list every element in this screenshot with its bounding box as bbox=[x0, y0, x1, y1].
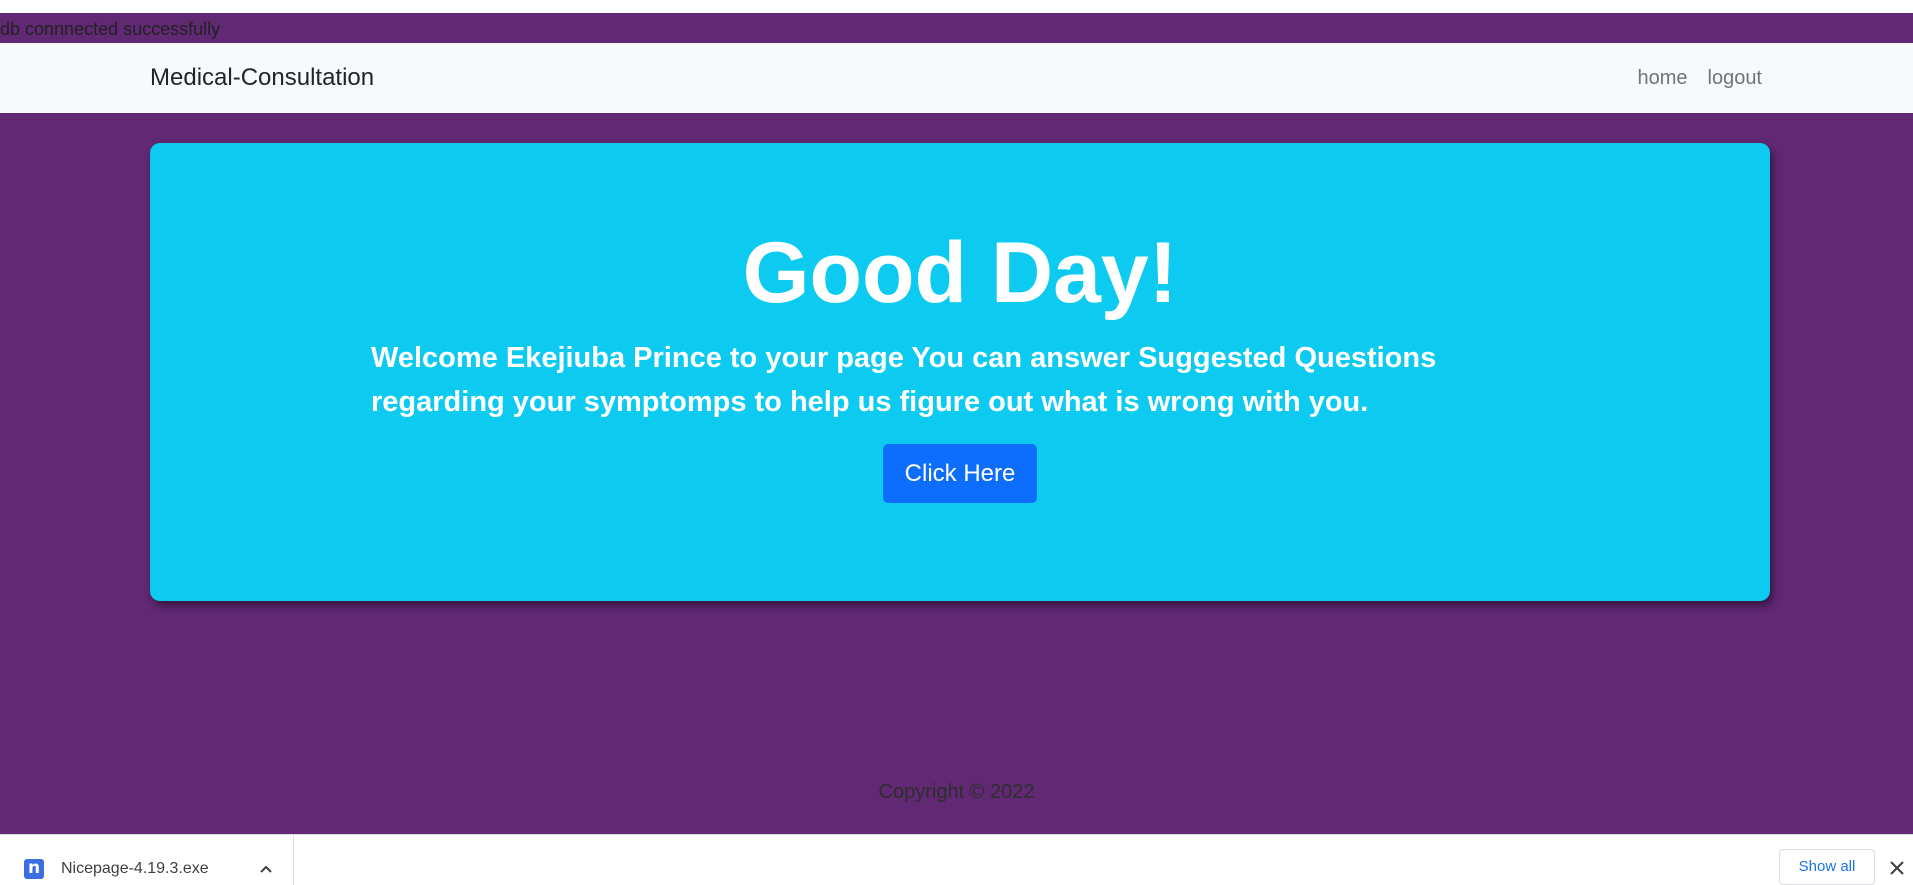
hero-title: Good Day! bbox=[742, 225, 1178, 321]
close-icon[interactable] bbox=[1888, 859, 1906, 877]
download-bar: n Nicepage-4.19.3.exe Show all bbox=[0, 834, 1913, 885]
hero-card: Good Day! Welcome Ekejiuba Prince to you… bbox=[150, 143, 1770, 601]
brand-link[interactable]: Medical-Consultation bbox=[150, 43, 374, 113]
nav-link-home[interactable]: home bbox=[1637, 67, 1687, 90]
click-here-button[interactable]: Click Here bbox=[883, 444, 1037, 503]
hero-welcome-text: Welcome Ekejiuba Prince to your page You… bbox=[371, 342, 1437, 418]
db-status-message: db connnected successfully bbox=[0, 19, 221, 39]
nav-link-logout[interactable]: logout bbox=[1708, 67, 1763, 90]
chevron-up-icon[interactable] bbox=[256, 860, 276, 878]
nav-links: home logout bbox=[1637, 43, 1762, 113]
top-strip bbox=[0, 0, 1913, 13]
nicepage-file-icon: n bbox=[24, 859, 44, 879]
footer-copyright: Copyright © 2022 bbox=[878, 781, 1035, 803]
download-file-name: Nicepage-4.19.3.exe bbox=[61, 860, 209, 877]
show-all-button[interactable]: Show all bbox=[1779, 849, 1875, 885]
page: db connnected successfully Medical-Consu… bbox=[0, 0, 1913, 885]
download-item[interactable]: n Nicepage-4.19.3.exe bbox=[0, 835, 294, 885]
navbar: Medical-Consultation home logout bbox=[0, 43, 1913, 113]
